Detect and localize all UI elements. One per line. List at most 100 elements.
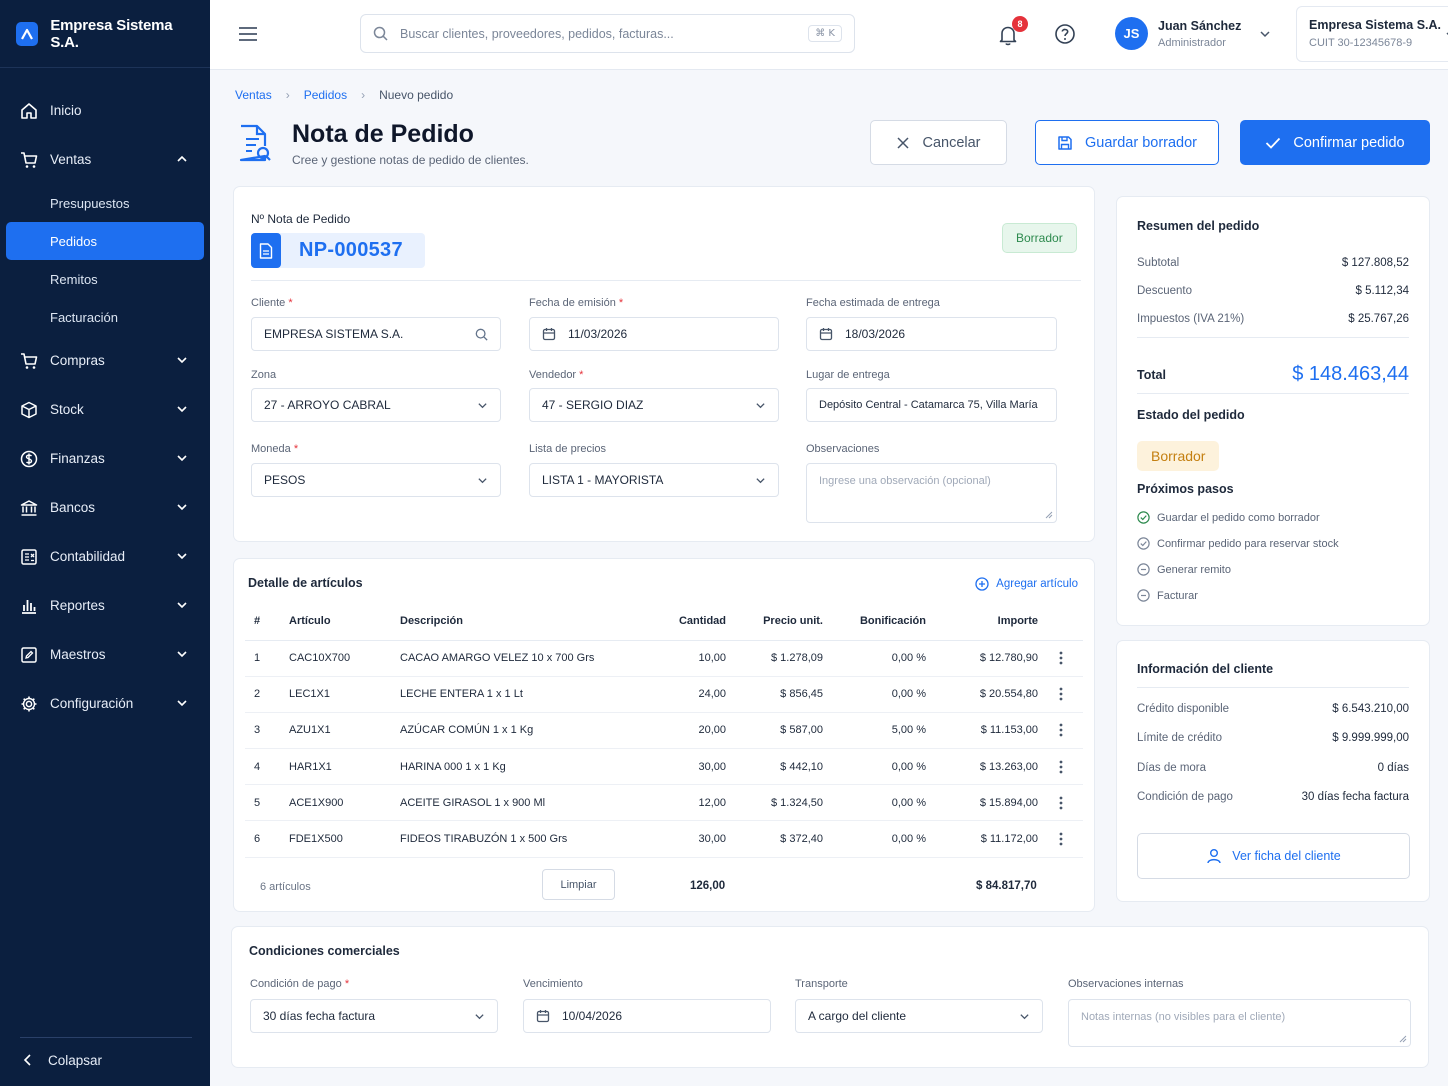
payment-condition-value: 30 días fecha factura: [263, 1009, 376, 1023]
fecha-emision-field[interactable]: 11/03/2026: [529, 317, 779, 351]
transport-select[interactable]: A cargo del cliente: [795, 999, 1043, 1033]
label-text: Vendedor: [529, 369, 577, 381]
breadcrumb: Ventas › Pedidos › Nuevo pedido: [235, 88, 453, 102]
more-vertical-icon[interactable]: [1038, 760, 1083, 774]
lugar-entrega-field[interactable]: Depósito Central - Catamarca 75, Villa M…: [806, 388, 1057, 422]
vendedor-label: Vendedor *: [529, 369, 583, 381]
sidebar-item-inicio[interactable]: Inicio: [0, 86, 210, 135]
hamburger-menu-icon[interactable]: [238, 26, 258, 42]
sidebar-item-ventas[interactable]: Ventas: [0, 135, 210, 184]
credit-limit-row: Límite de crédito $ 9.999.999,00: [1137, 732, 1409, 744]
search-icon[interactable]: [475, 328, 488, 341]
lista-precios-select[interactable]: LISTA 1 - MAYORISTA: [529, 463, 779, 497]
step-label: Confirmar pedido para reservar stock: [1157, 537, 1339, 550]
table-row[interactable]: 5 ACE1X900 ACEITE GIRASOL 1 x 900 Ml 12,00 $…: [245, 784, 1083, 822]
observaciones-placeholder: Ingrese una observación (opcional): [819, 475, 991, 487]
status-badge: Borrador: [1002, 223, 1077, 253]
total-value: $ 148.463,44: [1292, 363, 1409, 385]
cancel-button[interactable]: Cancelar: [870, 120, 1007, 165]
more-vertical-icon[interactable]: [1038, 651, 1083, 665]
payment-condition-select[interactable]: 30 días fecha factura: [250, 999, 498, 1033]
sidebar-subitem-presupuestos[interactable]: Presupuestos: [6, 184, 204, 222]
more-vertical-icon[interactable]: [1038, 723, 1083, 737]
table-row[interactable]: 4 HAR1X1 HARINA 000 1 x 1 Kg 30,00 $ 442,10 0…: [245, 748, 1083, 786]
sidebar-item-stock[interactable]: Stock: [0, 385, 210, 434]
zona-select[interactable]: 27 - ARROYO CABRAL: [251, 388, 501, 422]
collapse-sidebar-button[interactable]: Colapsar: [20, 1037, 192, 1068]
due-date-field[interactable]: 10/04/2026: [523, 999, 771, 1033]
vendedor-select[interactable]: 47 - SERGIO DIAZ: [529, 388, 779, 422]
sidebar-item-reportes[interactable]: Reportes: [0, 581, 210, 630]
fecha-entrega-label: Fecha estimada de entrega: [806, 297, 940, 309]
resize-grip-icon[interactable]: [1399, 1035, 1407, 1043]
sidebar-item-finanzas[interactable]: Finanzas: [0, 434, 210, 483]
more-vertical-icon[interactable]: [1038, 832, 1083, 846]
confirm-order-button[interactable]: Confirmar pedido: [1240, 120, 1430, 165]
item-description: ACEITE GIRASOL 1 x 900 Ml: [400, 784, 641, 822]
resize-grip-icon[interactable]: [1045, 511, 1053, 519]
notification-badge: 8: [1012, 16, 1028, 32]
sidebar-item-label: Configuración: [50, 696, 134, 711]
table-row[interactable]: 6 FDE1X500 FIDEOS TIRABUZÓN 1 x 500 Grs 30,…: [245, 820, 1083, 858]
internal-notes-textarea[interactable]: Notas internas (no visibles para el clie…: [1068, 999, 1411, 1047]
zona-label: Zona: [251, 369, 277, 381]
sidebar-item-compras[interactable]: Compras: [0, 336, 210, 385]
row-number: 4: [245, 748, 289, 786]
search-input[interactable]: [400, 26, 797, 41]
moneda-label: Moneda *: [251, 443, 298, 455]
sidebar-subitem-remitos[interactable]: Remitos: [6, 260, 204, 298]
sidebar-item-bancos[interactable]: Bancos: [0, 483, 210, 532]
more-vertical-icon[interactable]: [1038, 687, 1083, 701]
more-vertical-icon[interactable]: [1038, 796, 1083, 810]
due-date-label: Vencimiento: [523, 978, 583, 990]
item-unit-price: $ 372,40: [726, 820, 823, 858]
payment-condition-label: Condición de pago *: [250, 978, 349, 990]
row-actions[interactable]: [1038, 676, 1083, 713]
lista-precios-value: LISTA 1 - MAYORISTA: [542, 473, 664, 487]
sidebar-subitem-pedidos[interactable]: Pedidos: [6, 222, 204, 260]
company-selector[interactable]: Empresa Sistema S.A. CUIT 30-12345678-9: [1296, 6, 1448, 62]
row-actions[interactable]: [1038, 748, 1083, 786]
circle-icon: [1137, 589, 1150, 602]
total-label: Total: [1137, 367, 1166, 382]
global-search[interactable]: ⌘ K: [360, 14, 855, 53]
breadcrumb-ventas[interactable]: Ventas: [235, 88, 272, 102]
sidebar-item-configuracion[interactable]: Configuración: [0, 679, 210, 728]
breadcrumb-pedidos[interactable]: Pedidos: [304, 88, 347, 102]
sidebar-subitem-facturacion[interactable]: Facturación: [6, 298, 204, 336]
zona-value: 27 - ARROYO CABRAL: [264, 398, 391, 412]
row-actions[interactable]: [1038, 712, 1083, 750]
close-icon: [897, 136, 910, 149]
row-actions[interactable]: [1038, 784, 1083, 822]
sidebar-item-label: Reportes: [50, 598, 105, 613]
row-actions[interactable]: [1038, 820, 1083, 858]
cart-icon: [21, 151, 38, 168]
sidebar-item-contabilidad[interactable]: Contabilidad: [0, 532, 210, 581]
item-unit-price: $ 1.324,50: [726, 784, 823, 822]
item-description: FIDEOS TIRABUZÓN 1 x 500 Grs: [400, 820, 641, 858]
table-row[interactable]: 3 AZU1X1 AZÚCAR COMÚN 1 x 1 Kg 20,00 $ 587,0…: [245, 712, 1083, 750]
sidebar-item-maestros[interactable]: Maestros: [0, 630, 210, 679]
clear-items-button[interactable]: Limpiar: [542, 869, 615, 900]
item-unit-price: $ 587,00: [726, 712, 823, 750]
total-row: Total $ 148.463,44: [1137, 363, 1409, 386]
user-menu[interactable]: JS Juan Sánchez Administrador: [1115, 17, 1271, 50]
brand[interactable]: Empresa Sistema S.A.: [0, 0, 210, 68]
add-item-button[interactable]: Agregar artículo: [975, 577, 1078, 591]
save-draft-button[interactable]: Guardar borrador: [1035, 120, 1219, 165]
cliente-field[interactable]: EMPRESA SISTEMA S.A.: [251, 317, 501, 351]
sidebar-item-label: Maestros: [50, 647, 106, 662]
table-row[interactable]: 1 CAC10X700 CACAO AMARGO VELEZ 10 x 700 Gr…: [245, 640, 1083, 677]
sidebar-item-label: Inicio: [50, 103, 82, 118]
divider: [1137, 393, 1409, 394]
observaciones-textarea[interactable]: Ingrese una observación (opcional): [806, 463, 1057, 523]
row-actions[interactable]: [1038, 640, 1083, 677]
moneda-select[interactable]: PESOS: [251, 463, 501, 497]
view-client-label: Ver ficha del cliente: [1232, 849, 1341, 863]
view-client-button[interactable]: Ver ficha del cliente: [1137, 833, 1410, 879]
help-icon[interactable]: [1054, 23, 1076, 45]
subtotal-value: $ 127.808,52: [1341, 257, 1409, 269]
info-label: Crédito disponible: [1137, 703, 1230, 715]
table-row[interactable]: 2 LEC1X1 LECHE ENTERA 1 x 1 Lt 24,00 $ 856,4…: [245, 676, 1083, 713]
fecha-entrega-field[interactable]: 18/03/2026: [806, 317, 1057, 351]
